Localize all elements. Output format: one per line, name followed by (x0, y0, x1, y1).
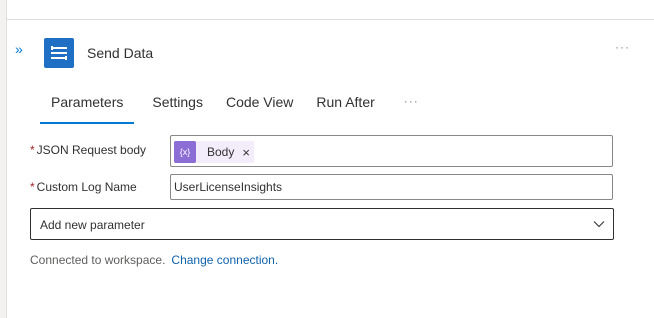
top-strip (7, 0, 654, 20)
remove-token-icon[interactable]: × (242, 145, 250, 160)
tab-bar: Parameters Settings Code View Run After … (40, 92, 419, 124)
expression-icon: {x} (174, 141, 196, 163)
connection-status-text: Connected to workspace. (30, 253, 166, 267)
action-title: Send Data (87, 45, 154, 61)
custom-log-name-label: * Custom Log Name (30, 180, 137, 194)
change-connection-link[interactable]: Change connection. (171, 253, 278, 267)
chevron-down-icon (593, 221, 605, 228)
json-request-body-field[interactable]: {x} Body × (170, 135, 613, 167)
json-request-body-label: * JSON Request body (30, 143, 146, 157)
required-mark: * (30, 180, 35, 194)
json-request-body-label-text: JSON Request body (36, 143, 147, 157)
add-new-parameter-dropdown[interactable]: Add new parameter (30, 208, 614, 240)
custom-log-name-label-text: Custom Log Name (36, 180, 137, 194)
tab-settings[interactable]: Settings (141, 92, 214, 124)
left-rail (0, 0, 7, 318)
body-token-label: Body (207, 145, 235, 159)
custom-log-name-input[interactable] (170, 174, 613, 200)
tab-run-after[interactable]: Run After (305, 92, 385, 124)
connection-status: Connected to workspace. Change connection… (30, 253, 278, 267)
tab-parameters[interactable]: Parameters (40, 92, 135, 124)
more-options-icon[interactable]: ··· (615, 40, 630, 54)
required-mark: * (30, 143, 35, 157)
tabs-more-icon[interactable]: ··· (404, 92, 419, 124)
add-new-parameter-placeholder: Add new parameter (40, 218, 145, 232)
expand-chevron-icon[interactable]: » (15, 41, 33, 57)
data-transfer-icon (44, 38, 74, 68)
body-token[interactable]: {x} Body × (174, 141, 254, 163)
tab-code-view[interactable]: Code View (215, 92, 304, 124)
